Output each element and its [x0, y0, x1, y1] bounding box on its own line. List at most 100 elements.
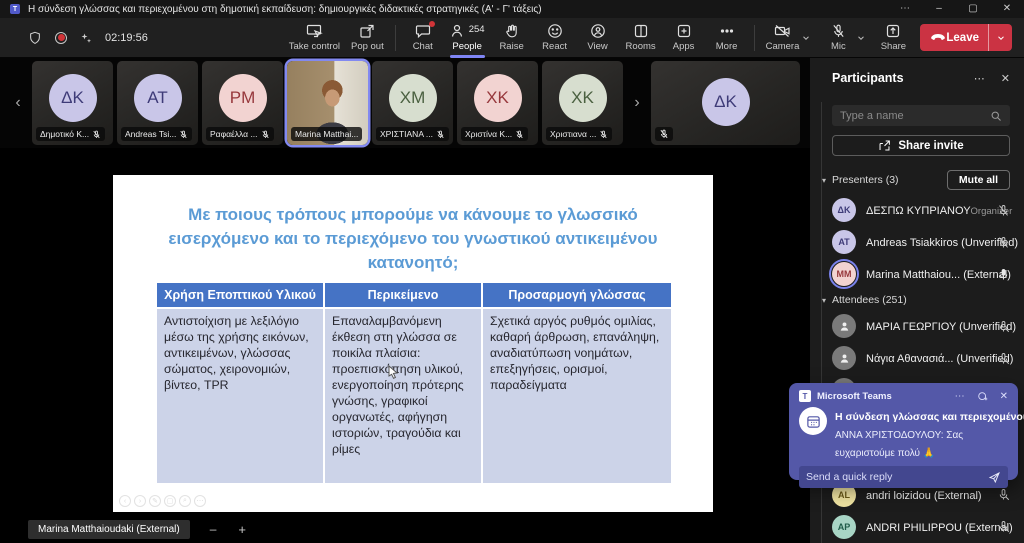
view-button[interactable]: View	[582, 23, 614, 52]
mic-disabled-icon	[997, 520, 1010, 533]
avatar: ΔΚ	[49, 74, 97, 122]
attendees-section-header[interactable]: ▾ Attendees (251)	[810, 290, 1024, 310]
toast-close-button[interactable]: ✕	[1000, 391, 1008, 402]
person-icon	[838, 352, 851, 365]
filmstrip-prev-button[interactable]: ‹	[8, 61, 28, 145]
table-header: Χρήση Εποπτικού Υλικού	[156, 282, 324, 308]
mic-muted-icon	[515, 130, 524, 139]
camera-options-chevron-icon[interactable]	[801, 33, 811, 43]
participants-close-button[interactable]: ✕	[1001, 72, 1010, 85]
mute-all-button[interactable]: Mute all	[947, 170, 1010, 190]
window-close-button[interactable]: ✕	[990, 0, 1024, 18]
slide-more-icon: ⋯	[194, 495, 206, 507]
avatar: XK	[559, 74, 607, 122]
mic-muted-icon	[599, 130, 608, 139]
screenshare-bottom-bar: Marina Matthaioudaki (External) – +	[0, 515, 810, 543]
window-title: Η σύνδεση γλώσσας και περιεχομένου στη δ…	[28, 4, 542, 15]
avatar: ΔΚ	[702, 78, 750, 126]
share-invite-button[interactable]: Share invite	[832, 135, 1010, 156]
participant-row[interactable]: ΜΑΡΙΑ ΓΕΩΡΓΙΟΥ (Unverified)	[810, 310, 1024, 342]
participant-row[interactable]: AP ANDRI PHILIPPOU (External)	[810, 511, 1024, 543]
chevron-down-icon: ▾	[822, 296, 826, 305]
take-control-icon	[306, 23, 323, 39]
teams-notification-toast[interactable]: T Microsoft Teams ⋯ ✕ Η σύνδεση γλώσσας …	[789, 383, 1018, 480]
avatar: AP	[832, 515, 856, 539]
participant-row[interactable]: AT Andreas Tsiakkiros (Unverified)	[810, 226, 1024, 258]
toast-notification-settings-icon[interactable]	[977, 391, 988, 402]
table-header: Περικείμενο	[324, 282, 482, 308]
window-more-icon[interactable]: ⋯	[888, 0, 922, 18]
mic-button[interactable]: Mic	[822, 23, 854, 52]
apps-icon	[676, 23, 692, 39]
video-tile[interactable]: XK Χριστίνα Κ...	[457, 61, 538, 145]
hangup-icon	[930, 33, 946, 43]
meeting-timer: 02:19:56	[105, 32, 148, 44]
participant-row[interactable]: MM Marina Matthaiou... (External)	[810, 258, 1024, 290]
camera-button[interactable]: Camera	[766, 23, 800, 52]
video-tile[interactable]: PM Ραφαέλλα ...	[202, 61, 283, 145]
apps-button[interactable]: Apps	[668, 23, 700, 52]
slide-pen-icon: ✎	[149, 495, 161, 507]
avatar: AT	[832, 230, 856, 254]
leave-button[interactable]: Leave	[920, 24, 1012, 51]
table-cell: Σχετικά αργός ρυθμός ομιλίας, καθαρή άρθ…	[482, 308, 672, 484]
people-button[interactable]: 254 People	[450, 23, 485, 52]
video-tile[interactable]: AT Andreas Tsi...	[117, 61, 198, 145]
video-tile[interactable]: XK Χριστιανα ...	[542, 61, 623, 145]
zoom-in-button[interactable]: +	[238, 522, 246, 537]
shared-screen-stage: Με ποιους τρόπους μπορούμε να κάνουμε το…	[0, 148, 810, 515]
teams-logo-icon: T	[10, 4, 20, 14]
share-screen-icon	[885, 23, 901, 39]
window-minimize-button[interactable]: –	[922, 0, 956, 18]
quick-reply-input[interactable]	[806, 471, 988, 483]
mic-muted-icon	[179, 130, 188, 139]
leave-options-chevron-icon[interactable]	[996, 33, 1006, 43]
react-button[interactable]: React	[539, 23, 571, 52]
chat-button[interactable]: Chat	[407, 23, 439, 52]
mic-on-icon	[997, 268, 1010, 281]
participant-row[interactable]: Νάγια Αθανασιά... (Unverified)	[810, 342, 1024, 374]
mic-disabled-icon	[997, 488, 1010, 501]
toast-message-line: ΑΝΝΑ ΧΡΙΣΤΟΔΟΥΛΟΥ: Σας	[835, 430, 963, 441]
mic-muted-icon	[92, 130, 101, 139]
share-button[interactable]: Share	[877, 23, 909, 52]
mic-muted-icon	[261, 130, 270, 139]
video-tile-large[interactable]: ΔΚ	[651, 61, 800, 145]
mic-options-chevron-icon[interactable]	[856, 33, 866, 43]
participant-search[interactable]	[832, 105, 1010, 126]
slide-title: Με ποιους τρόπους μπορούμε να κάνουμε το…	[141, 203, 686, 275]
avatar: XM	[389, 74, 437, 122]
avatar: PM	[219, 74, 267, 122]
tile-name: Δημοτικό Κ...	[40, 129, 89, 139]
video-tile[interactable]: ΔΚ Δημοτικό Κ...	[32, 61, 113, 145]
participant-row[interactable]: ΔΚ ΔΕΣΠΩ ΚΥΠΡΙΑΝΟΥOrganizer	[810, 194, 1024, 226]
zoom-out-button[interactable]: –	[210, 522, 217, 536]
participants-more-button[interactable]: ⋯	[974, 72, 985, 85]
take-control-button[interactable]: Take control	[289, 23, 340, 52]
tile-name: Andreas Tsi...	[125, 129, 176, 139]
filmstrip-next-button[interactable]: ›	[627, 61, 647, 145]
video-tile[interactable]: XM ΧΡΙΣΤΙΑΝΑ ...	[372, 61, 453, 145]
recording-indicator-icon	[55, 32, 67, 44]
avatar-generic	[832, 314, 856, 338]
presenters-section-header[interactable]: ▾ Presenters (3) Mute all	[810, 166, 1024, 194]
toast-title: Η σύνδεση γλώσσας και περιεχομένου...	[835, 411, 1024, 423]
pop-out-button[interactable]: Pop out	[351, 23, 384, 52]
toast-more-button[interactable]: ⋯	[955, 391, 965, 402]
window-maximize-button[interactable]: ▢	[956, 0, 990, 18]
search-input[interactable]	[840, 110, 990, 122]
mouse-cursor-icon	[388, 365, 399, 379]
meeting-toolbar: 02:19:56 Take control Pop out Chat 254 P…	[0, 18, 1024, 58]
raise-hand-button[interactable]: Raise	[496, 23, 528, 52]
person-icon	[838, 320, 851, 333]
more-button[interactable]: More	[711, 23, 743, 52]
video-tile-marina-selected[interactable]: Marina Matthai...	[287, 61, 368, 145]
rooms-button[interactable]: Rooms	[625, 23, 657, 52]
more-ellipsis-icon	[719, 23, 735, 39]
chat-unread-badge	[429, 21, 435, 27]
sparkle-icon	[80, 32, 92, 44]
quick-reply-field[interactable]	[799, 466, 1008, 488]
window-titlebar: T Η σύνδεση γλώσσας και περιεχομένου στη…	[0, 0, 1024, 18]
send-icon[interactable]	[988, 471, 1001, 484]
tile-name: Marina Matthai...	[295, 129, 358, 139]
